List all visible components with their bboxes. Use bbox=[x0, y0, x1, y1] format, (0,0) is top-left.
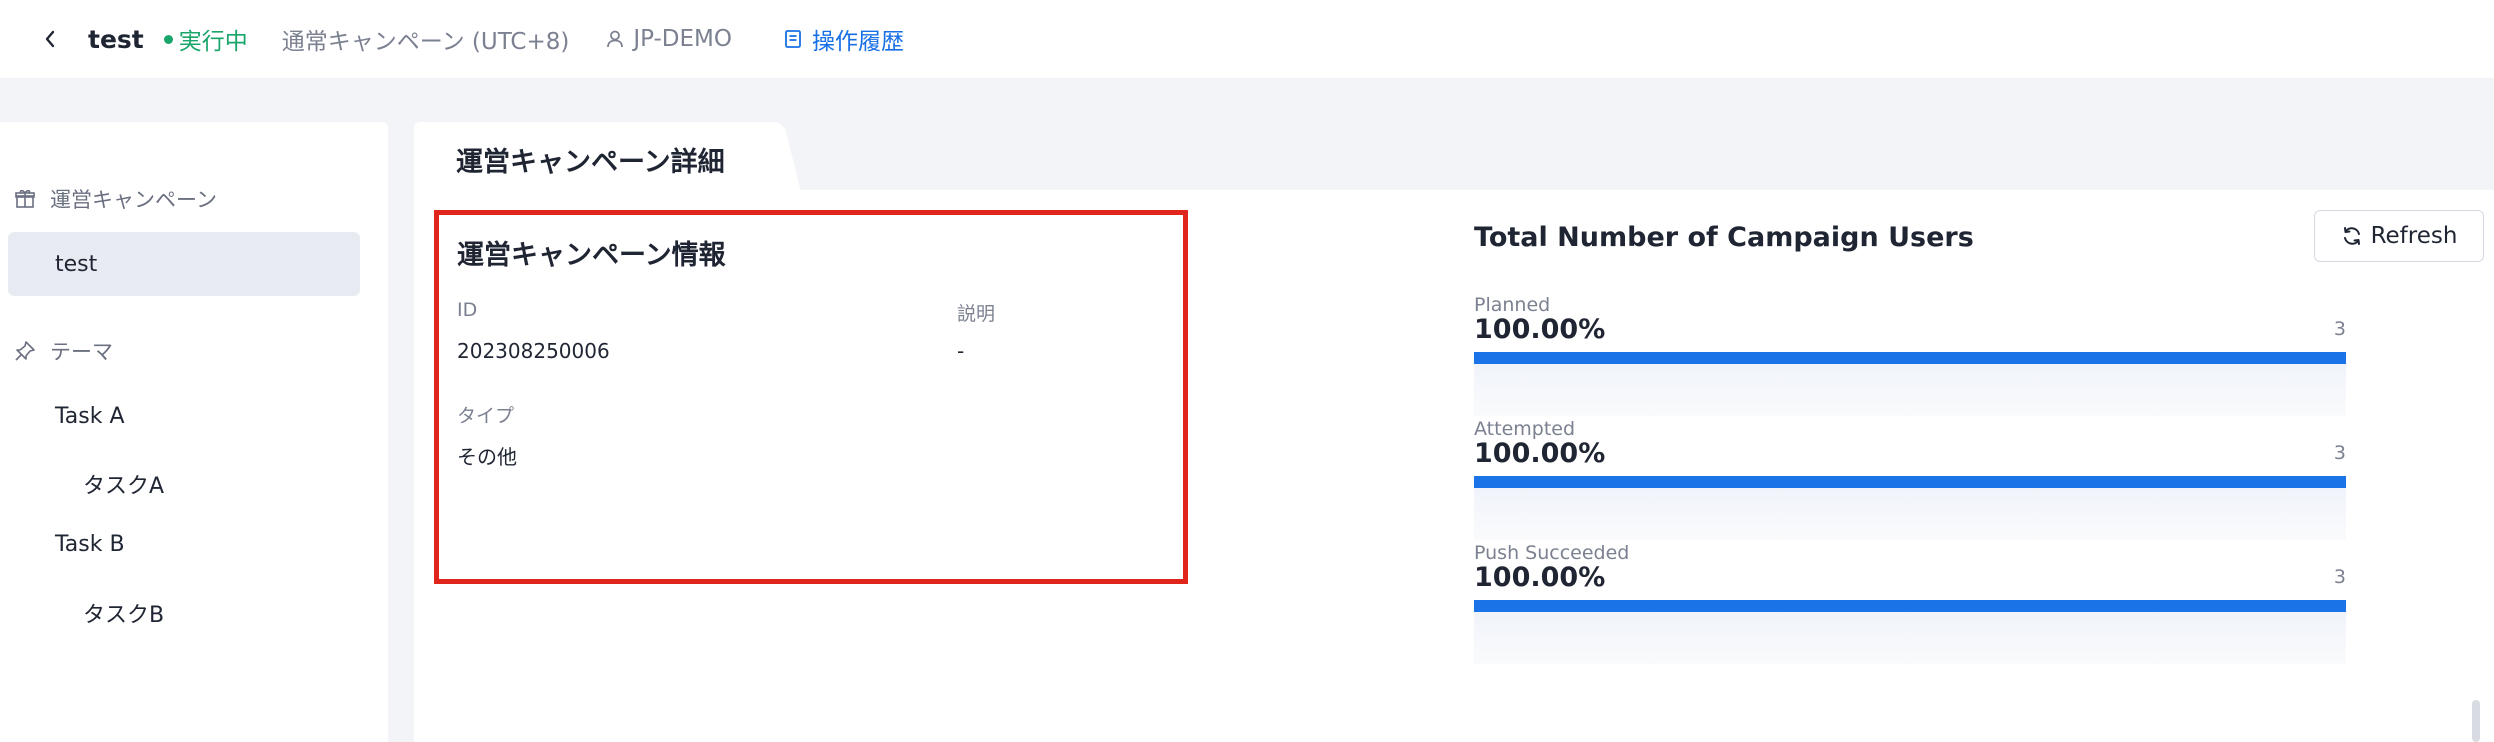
sidebar-subitem-task-a-jp[interactable]: タスクA bbox=[83, 468, 164, 500]
stat-percent: 100.00% bbox=[1474, 438, 1606, 469]
sidebar-item-test[interactable]: test bbox=[8, 232, 360, 296]
campaign-info-panel: 運営キャンペーン情報 ID 202308250006 説明 - タイプ その他 bbox=[434, 210, 1188, 584]
stat-label: Planned bbox=[1474, 294, 1551, 316]
sidebar-item-task-a[interactable]: Task A bbox=[55, 404, 125, 429]
user-icon bbox=[607, 30, 624, 48]
stat-count: 3 bbox=[2333, 566, 2346, 588]
refresh-button[interactable]: Refresh bbox=[2314, 210, 2484, 262]
page-title: test bbox=[88, 24, 144, 54]
sidebar-group-campaign: 運営キャンペーン bbox=[14, 184, 217, 214]
info-title: 運営キャンペーン情報 bbox=[457, 240, 726, 271]
status-dot-icon bbox=[163, 34, 173, 44]
sidebar: 運営キャンペーン test テーマ Task A タスクA Task B タスク… bbox=[0, 122, 388, 742]
type-label: タイプ bbox=[457, 405, 515, 427]
history-label: 操作履歴 bbox=[812, 29, 904, 55]
main-content: 運営キャンペーン詳細 運営キャンペーン情報 ID 202308250006 説明… bbox=[414, 122, 2494, 742]
account-label: JP-DEMO bbox=[605, 26, 732, 52]
stat-count: 3 bbox=[2333, 442, 2346, 464]
gift-icon bbox=[15, 189, 35, 208]
back-button[interactable] bbox=[38, 27, 62, 51]
stats-title: Total Number of Campaign Users bbox=[1474, 222, 1974, 253]
sidebar-item-label: test bbox=[55, 251, 98, 277]
stat-percent: 100.00% bbox=[1474, 562, 1606, 593]
stat-label: Push Succeeded bbox=[1474, 542, 1630, 564]
description-label: 説明 bbox=[957, 303, 996, 325]
progress-track bbox=[1474, 600, 2346, 612]
stat-planned: Planned 100.00% 3 bbox=[1474, 294, 2346, 418]
account-name: JP-DEMO bbox=[633, 26, 732, 52]
stat-push-succeeded: Push Succeeded 100.00% 3 bbox=[1474, 542, 2346, 666]
id-label: ID bbox=[457, 299, 478, 321]
scrollbar-thumb[interactable] bbox=[2472, 700, 2480, 742]
sidebar-group-theme: テーマ bbox=[14, 336, 113, 366]
refresh-icon bbox=[2343, 227, 2360, 245]
tab-label: 運営キャンペーン詳細 bbox=[456, 147, 725, 178]
campaign-type: 通常キャンペーン (UTC+8) bbox=[281, 29, 570, 55]
progress-track bbox=[1474, 476, 2346, 488]
sidebar-subitem-task-b-jp[interactable]: タスクB bbox=[83, 597, 164, 629]
pin-icon bbox=[15, 341, 35, 361]
id-value: 202308250006 bbox=[457, 339, 610, 363]
type-value: その他 bbox=[457, 445, 517, 469]
sidebar-group-label: 運営キャンペーン bbox=[50, 188, 217, 212]
tab-campaign-detail[interactable]: 運営キャンペーン詳細 bbox=[414, 122, 770, 190]
progress-fill bbox=[1474, 476, 2346, 488]
status-text: 実行中 bbox=[178, 29, 248, 55]
stat-attempted: Attempted 100.00% 3 bbox=[1474, 418, 2346, 542]
stat-percent: 100.00% bbox=[1474, 314, 1606, 345]
chevron-left-icon bbox=[45, 30, 55, 48]
refresh-label: Refresh bbox=[2370, 223, 2458, 249]
progress-fill bbox=[1474, 352, 2346, 364]
stat-label: Attempted bbox=[1474, 418, 1576, 440]
description-value: - bbox=[957, 339, 965, 363]
status-badge: 実行中 bbox=[163, 22, 248, 56]
document-icon bbox=[785, 30, 801, 48]
top-header: test 実行中 通常キャンペーン (UTC+8) JP-DEMO 操作履歴 bbox=[0, 0, 2494, 78]
tab-bar: 運営キャンペーン詳細 bbox=[414, 122, 2494, 190]
operation-history-link[interactable]: 操作履歴 bbox=[784, 22, 904, 56]
stat-count: 3 bbox=[2333, 318, 2346, 340]
sidebar-item-task-b[interactable]: Task B bbox=[55, 532, 125, 557]
progress-fill bbox=[1474, 600, 2346, 612]
sidebar-group-label: テーマ bbox=[50, 340, 113, 364]
progress-track bbox=[1474, 352, 2346, 364]
